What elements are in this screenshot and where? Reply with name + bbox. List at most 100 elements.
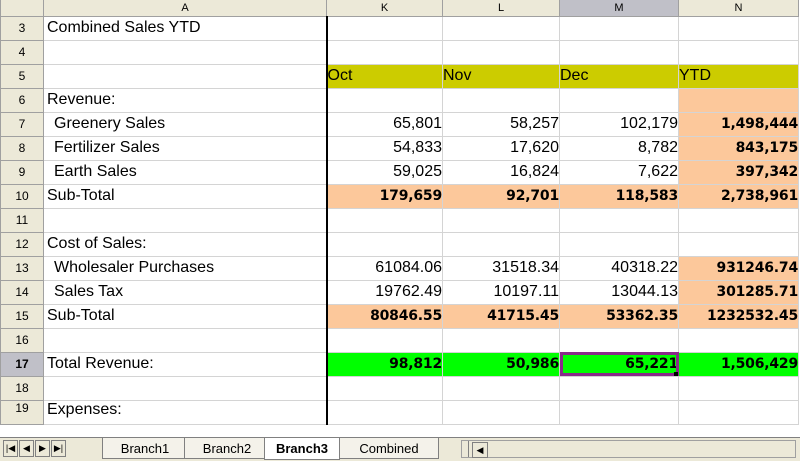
cell[interactable]: Earth Sales [43, 160, 328, 185]
next-sheet-icon[interactable]: ▶ [35, 440, 50, 457]
cell-table[interactable]: A K L M N 3 Combined Sales YTD 4 5 Oct N… [0, 0, 799, 425]
cell[interactable]: 10197.11 [442, 280, 560, 305]
cell[interactable]: 19762.49 [326, 280, 443, 305]
cell[interactable] [442, 376, 560, 401]
row-header[interactable]: 12 [0, 231, 44, 257]
row-header[interactable]: 13 [0, 255, 44, 281]
cell[interactable] [559, 88, 679, 113]
cell[interactable] [559, 208, 679, 233]
cell[interactable]: 13044.13 [559, 280, 679, 305]
subtotal-cell[interactable]: 41715.45 [442, 304, 560, 329]
cell[interactable]: 40318.22 [559, 256, 679, 281]
cell[interactable] [43, 328, 328, 353]
cell[interactable] [678, 232, 799, 257]
cell[interactable]: Fertilizer Sales [43, 136, 328, 161]
total-cell[interactable]: 98,812 [326, 352, 443, 377]
cell[interactable]: 301285.71 [678, 280, 799, 305]
column-header-k[interactable]: K [326, 0, 443, 17]
tab-combined[interactable]: Combined [339, 438, 439, 459]
subtotal-cell[interactable]: 53362.35 [559, 304, 679, 329]
cell[interactable]: 17,620 [442, 136, 560, 161]
column-header-n[interactable]: N [678, 0, 799, 17]
cell[interactable]: Combined Sales YTD [43, 16, 328, 41]
row-header[interactable]: 5 [0, 63, 44, 89]
cell[interactable] [326, 232, 443, 257]
total-cell[interactable]: 50,986 [442, 352, 560, 377]
cell[interactable] [43, 40, 328, 65]
row-header[interactable]: 8 [0, 135, 44, 161]
subtotal-cell[interactable]: 2,738,961 [678, 184, 799, 209]
cell[interactable] [442, 88, 560, 113]
cell[interactable] [43, 208, 328, 233]
cell[interactable] [678, 328, 799, 353]
cell[interactable]: Sub-Total [43, 184, 328, 209]
cell[interactable]: 16,824 [442, 160, 560, 185]
cell[interactable]: 931246.74 [678, 256, 799, 281]
row-header[interactable]: 4 [0, 39, 44, 65]
tab-branch1[interactable]: Branch1 [102, 438, 188, 459]
cell[interactable] [678, 400, 799, 425]
cell[interactable] [326, 328, 443, 353]
cell[interactable] [43, 64, 328, 89]
cell[interactable]: Total Revenue: [43, 352, 328, 377]
row-header[interactable]: 19 [0, 399, 44, 425]
cell[interactable] [326, 208, 443, 233]
cell[interactable] [678, 208, 799, 233]
subtotal-cell[interactable]: 1232532.45 [678, 304, 799, 329]
cell[interactable]: 65,801 [326, 112, 443, 137]
cell[interactable] [559, 400, 679, 425]
cell[interactable] [678, 16, 799, 41]
active-cell[interactable]: 65,221 [559, 352, 679, 377]
row-header[interactable]: 14 [0, 279, 44, 305]
cell[interactable]: Wholesaler Purchases [43, 256, 328, 281]
month-header-cell[interactable]: Dec [559, 64, 679, 89]
cell[interactable]: 31518.34 [442, 256, 560, 281]
row-header[interactable]: 9 [0, 159, 44, 185]
tab-branch3[interactable]: Branch3 [264, 438, 340, 460]
cell[interactable] [678, 40, 799, 65]
column-header-a[interactable]: A [43, 0, 327, 17]
row-header[interactable]: 3 [0, 15, 44, 41]
cell[interactable] [678, 88, 799, 113]
column-header-m[interactable]: M [559, 0, 679, 17]
cell[interactable]: 102,179 [559, 112, 679, 137]
cell[interactable]: Expenses: [43, 400, 328, 425]
cell[interactable]: 58,257 [442, 112, 560, 137]
horizontal-scrollbar[interactable]: ◀ [461, 440, 796, 458]
row-header[interactable]: 16 [0, 327, 44, 353]
select-all-corner[interactable] [0, 0, 44, 17]
cell[interactable] [326, 16, 443, 41]
tab-split-handle[interactable] [462, 441, 469, 457]
row-header[interactable]: 18 [0, 375, 44, 401]
cell[interactable]: 54,833 [326, 136, 443, 161]
cell[interactable] [442, 232, 560, 257]
cell[interactable] [442, 208, 560, 233]
cell[interactable]: 59,025 [326, 160, 443, 185]
prev-sheet-icon[interactable]: ◀ [19, 440, 34, 457]
row-header[interactable]: 15 [0, 303, 44, 329]
ytd-header-cell[interactable]: YTD [678, 64, 799, 89]
month-header-cell[interactable]: Oct [326, 64, 443, 89]
cell[interactable]: 1,498,444 [678, 112, 799, 137]
column-header-l[interactable]: L [442, 0, 560, 17]
row-header[interactable]: 7 [0, 111, 44, 137]
cell[interactable] [559, 328, 679, 353]
cell[interactable]: 7,622 [559, 160, 679, 185]
cell[interactable] [326, 40, 443, 65]
cell[interactable]: Sales Tax [43, 280, 328, 305]
last-sheet-icon[interactable]: ▶| [51, 440, 66, 457]
cell[interactable] [559, 232, 679, 257]
subtotal-cell[interactable]: 80846.55 [326, 304, 443, 329]
fill-handle[interactable] [674, 371, 678, 375]
scroll-left-icon[interactable]: ◀ [472, 442, 488, 458]
row-header[interactable]: 17 [0, 351, 44, 377]
subtotal-cell[interactable]: 179,659 [326, 184, 443, 209]
cell[interactable] [326, 88, 443, 113]
tab-branch2[interactable]: Branch2 [184, 438, 270, 459]
cell[interactable]: Sub-Total [43, 304, 328, 329]
cell[interactable]: 843,175 [678, 136, 799, 161]
spreadsheet-grid[interactable]: A K L M N 3 Combined Sales YTD 4 5 Oct N… [0, 0, 800, 437]
row-header[interactable]: 6 [0, 87, 44, 113]
first-sheet-icon[interactable]: |◀ [3, 440, 18, 457]
total-cell[interactable]: 1,506,429 [678, 352, 799, 377]
